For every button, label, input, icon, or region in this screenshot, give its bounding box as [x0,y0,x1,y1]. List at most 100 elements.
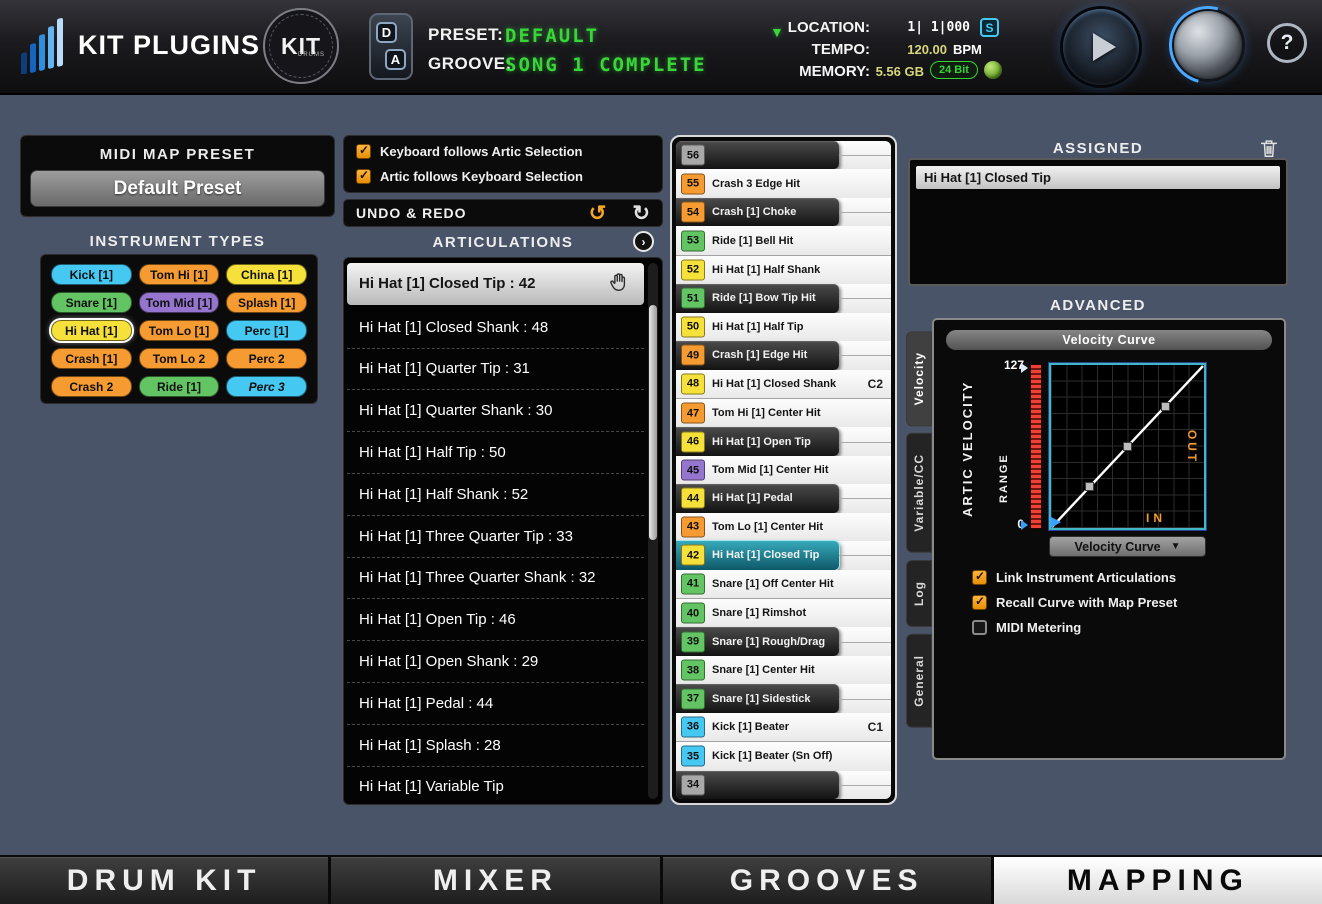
piano-key-41[interactable]: Snare [1] Off Center Hit41 [676,570,891,599]
piano-key-45[interactable]: Tom Mid [1] Center Hit45 [676,456,891,484]
piano-key-50[interactable]: Hi Hat [1] Half Tip50 [676,313,891,341]
nav-tab-grooves[interactable]: GROOVES [663,857,991,904]
key-number-badge: 52 [681,259,705,280]
key-label: Hi Hat [1] Closed Tip [712,549,819,561]
velocity-curve-dropdown[interactable]: Velocity Curve ▼ [1049,536,1206,557]
key-label: Snare [1] Center Hit [712,664,815,676]
instrument-button-crash-2[interactable]: Crash 2 [51,376,132,397]
articulation-label: Hi Hat [1] Splash : 28 [359,737,501,754]
piano-key-38[interactable]: Snare [1] Center Hit38 [676,656,891,684]
articulation-item[interactable]: Hi Hat [1] Quarter Tip : 31 [347,349,644,391]
piano-key-49[interactable]: Crash [1] Edge Hit49 [676,341,891,369]
articulation-scrollbar[interactable] [648,263,658,799]
piano-key-46[interactable]: Hi Hat [1] Open Tip46 [676,427,891,455]
key-surface: Tom Mid [1] Center Hit [676,456,891,484]
velocity-curve-graph[interactable]: OUT IN [1049,363,1206,530]
nav-tab-drum-kit[interactable]: DRUM KIT [0,857,328,904]
preset-value[interactable]: DEFAULT [505,25,599,47]
instrument-button-perc-2[interactable]: Perc 2 [226,348,307,369]
articulation-item[interactable]: Hi Hat [1] Variable Tip [347,767,644,805]
piano-key-43[interactable]: Tom Lo [1] Center Hit43 [676,513,891,541]
articulation-item[interactable]: Hi Hat [1] Half Shank : 52 [347,474,644,516]
checkbox-keyboard-follows-artic-selection[interactable] [356,144,371,159]
instrument-button-crash-1[interactable]: Crash [1] [51,348,132,369]
piano-key-52[interactable]: Hi Hat [1] Half Shank52 [676,256,891,284]
instrument-button-perc-1[interactable]: Perc [1] [226,320,307,341]
advanced-option-recall-curve-with-map-preset[interactable]: Recall Curve with Map Preset [972,595,1177,610]
piano-key-55[interactable]: Crash 3 Edge Hit55 [676,169,891,197]
checkbox-artic-follows-keyboard-selection[interactable] [356,169,371,184]
piano-key-53[interactable]: Ride [1] Bell Hit53 [676,226,891,255]
piano-key-40[interactable]: Snare [1] Rimshot40 [676,599,891,627]
articulation-item[interactable]: Hi Hat [1] Quarter Shank : 30 [347,390,644,432]
trash-icon[interactable] [1258,137,1280,159]
piano-key-56[interactable]: 56 [676,141,891,169]
instrument-button-ride-1[interactable]: Ride [1] [139,376,220,397]
advanced-tab-variable-cc[interactable]: Variable/CC [906,433,932,553]
articulation-item[interactable]: Hi Hat [1] Pedal : 44 [347,683,644,725]
nav-tab-mixer[interactable]: MIXER [331,857,659,904]
articulation-item[interactable]: Hi Hat [1] Three Quarter Tip : 33 [347,516,644,558]
articulations-expand-icon[interactable]: › [633,231,654,252]
volume-knob[interactable] [1174,11,1242,79]
articulation-item[interactable]: Hi Hat [1] Three Quarter Shank : 32 [347,558,644,600]
instrument-button-splash-1[interactable]: Splash [1] [226,292,307,313]
piano-key-35[interactable]: Kick [1] Beater (Sn Off)35 [676,742,891,770]
advanced-tab-general[interactable]: General [906,634,932,728]
velocity-range-slider[interactable] [1030,364,1042,529]
checkbox-recall-curve-with-map-preset[interactable] [972,595,987,610]
piano-key-54[interactable]: Crash [1] Choke54 [676,198,891,226]
articulation-item[interactable]: Hi Hat [1] Splash : 28 [347,725,644,767]
artic-velocity-axis-label: ARTIC VELOCITY [960,365,975,533]
key-label: Tom Mid [1] Center Hit [712,464,829,476]
piano-key-37[interactable]: Snare [1] Sidestick37 [676,684,891,712]
option-artic-follows-keyboard-selection[interactable]: Artic follows Keyboard Selection [356,169,650,184]
assigned-item[interactable]: Hi Hat [1] Closed Tip [916,166,1280,189]
articulation-item[interactable]: Hi Hat [1] Open Shank : 29 [347,641,644,683]
articulation-item[interactable]: Hi Hat [1] Closed Tip : 42 [347,263,644,305]
piano-key-48[interactable]: Hi Hat [1] Closed Shank48C2 [676,370,891,399]
instrument-button-tom-lo-1[interactable]: Tom Lo [1] [139,320,220,341]
instrument-button-perc-3[interactable]: Perc 3 [226,376,307,397]
advanced-option-midi-metering[interactable]: MIDI Metering [972,620,1177,635]
tempo-value[interactable]: 120.00 [872,42,947,57]
advanced-option-link-instrument-articulations[interactable]: Link Instrument Articulations [972,570,1177,585]
default-preset-button[interactable]: Default Preset [30,170,325,207]
piano-key-36[interactable]: Kick [1] Beater36C1 [676,713,891,742]
instrument-button-tom-mid-1[interactable]: Tom Mid [1] [139,292,220,313]
instrument-button-tom-hi-1[interactable]: Tom Hi [1] [139,264,220,285]
sync-badge[interactable]: S [980,18,999,37]
articulations-title: ARTICULATIONS [343,234,663,251]
articulation-item[interactable]: Hi Hat [1] Half Tip : 50 [347,432,644,474]
instrument-button-tom-lo-2[interactable]: Tom Lo 2 [139,348,220,369]
groove-value[interactable]: SONG 1 COMPLETE [505,54,707,76]
instrument-button-snare-1[interactable]: Snare [1] [51,292,132,313]
advanced-options: Link Instrument Articulations Recall Curv… [972,570,1177,635]
articulation-item[interactable]: Hi Hat [1] Closed Shank : 48 [347,307,644,349]
piano-key-51[interactable]: Ride [1] Bow Tip Hit51 [676,284,891,312]
piano-key-42[interactable]: Hi Hat [1] Closed Tip42 [676,541,891,569]
instrument-button-kick-1[interactable]: Kick [1] [51,264,132,285]
checkbox-link-instrument-articulations[interactable] [972,570,987,585]
checkbox-midi-metering[interactable] [972,620,987,635]
key-surface: Tom Lo [1] Center Hit [676,513,891,541]
help-button[interactable]: ? [1267,23,1307,63]
advanced-tab-velocity[interactable]: Velocity [906,331,932,426]
option-keyboard-follows-artic-selection[interactable]: Keyboard follows Artic Selection [356,144,650,159]
piano-key-47[interactable]: Tom Hi [1] Center Hit47 [676,399,891,427]
instrument-grid: Kick [1] Tom Hi [1] China [1] Snare [1] Tom … [40,254,318,404]
nav-tab-mapping[interactable]: MAPPING [994,857,1322,904]
articulation-item[interactable]: Hi Hat [1] Open Tip : 46 [347,599,644,641]
instrument-button-hi-hat-1[interactable]: Hi Hat [1] [51,320,132,341]
scrollbar-thumb[interactable] [649,305,657,540]
instrument-button-china-1[interactable]: China [1] [226,264,307,285]
piano-key-44[interactable]: Hi Hat [1] Pedal44 [676,484,891,512]
piano-key-39[interactable]: Snare [1] Rough/Drag39 [676,627,891,655]
play-button[interactable] [1063,9,1139,85]
redo-icon[interactable]: ↻ [632,203,650,224]
piano-key-34[interactable]: 34 [676,771,891,799]
advanced-tab-log[interactable]: Log [906,560,932,627]
undo-icon[interactable]: ↺ [589,203,607,224]
articulation-label: Hi Hat [1] Three Quarter Tip : 33 [359,528,573,545]
da-mode-badge[interactable]: D A [369,13,413,80]
